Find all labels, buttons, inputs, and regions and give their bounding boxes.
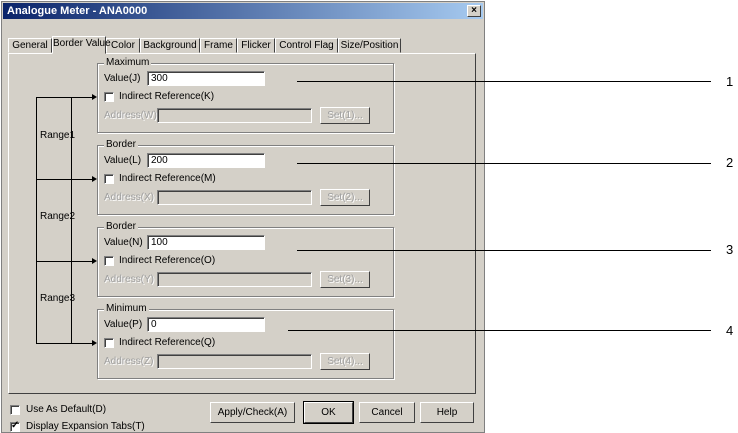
- address-input: [157, 354, 312, 369]
- tab-control-flag[interactable]: Control Flag: [275, 38, 338, 53]
- indirect-label: Indirect Reference(O): [119, 255, 216, 266]
- help-button[interactable]: Help: [420, 402, 474, 423]
- value-input[interactable]: 200: [147, 153, 265, 168]
- cancel-button[interactable]: Cancel: [359, 402, 415, 423]
- arrow-line: [72, 97, 92, 98]
- address-label: Address(Y): [104, 274, 155, 285]
- indirect-checkbox[interactable]: [104, 92, 114, 102]
- tab-frame[interactable]: Frame: [200, 38, 237, 53]
- group-title: Minimum: [104, 303, 149, 315]
- checkmark-icon: ✓: [11, 420, 20, 431]
- arrow-line: [72, 179, 92, 180]
- group-title: Border: [104, 221, 139, 233]
- address-input: [157, 272, 312, 287]
- border-group-1: Border Value(L) 200 Indirect Reference(M…: [97, 139, 394, 215]
- address-label: Address(Z): [104, 356, 154, 367]
- maximum-group: Maximum Value(J) 300 Indirect Reference(…: [97, 57, 394, 133]
- address-input: [157, 190, 312, 205]
- arrow-line: [72, 343, 92, 344]
- range1-label: Range1: [40, 130, 76, 141]
- value-input[interactable]: 100: [147, 235, 265, 250]
- value-label: Value(L): [104, 155, 142, 166]
- dialog-window: Analogue Meter - ANA0000 × General Borde…: [1, 1, 485, 433]
- tab-flicker[interactable]: Flicker: [237, 38, 275, 53]
- group-title: Maximum: [104, 57, 152, 69]
- border-value-panel: Range1 Range2 Range3 Maximum Value(J) 30…: [8, 53, 476, 394]
- set-button[interactable]: Set(3)...: [320, 271, 370, 288]
- callout-number: 3: [726, 242, 734, 257]
- callout-number: 1: [726, 74, 734, 89]
- tab-general[interactable]: General: [8, 38, 52, 53]
- indirect-label: Indirect Reference(K): [119, 91, 215, 102]
- tab-border-value[interactable]: Border Value: [52, 36, 111, 54]
- set-button[interactable]: Set(1)...: [320, 107, 370, 124]
- indirect-label: Indirect Reference(M): [119, 173, 216, 184]
- group-title: Border: [104, 139, 139, 151]
- window-title: Analogue Meter - ANA0000: [7, 5, 148, 17]
- value-input[interactable]: 300: [147, 71, 265, 86]
- ok-button[interactable]: OK: [303, 401, 354, 424]
- tab-color[interactable]: Color: [106, 38, 140, 53]
- address-label: Address(W): [104, 110, 157, 121]
- callout-number: 4: [726, 323, 734, 338]
- close-button[interactable]: ×: [467, 5, 481, 17]
- value-label: Value(P): [104, 319, 143, 330]
- indirect-checkbox[interactable]: [104, 174, 114, 184]
- set-button[interactable]: Set(2)...: [320, 189, 370, 206]
- value-label: Value(J): [104, 73, 141, 84]
- use-as-default-checkbox[interactable]: [10, 405, 20, 415]
- indirect-checkbox[interactable]: [104, 256, 114, 266]
- tab-size-position[interactable]: Size/Position: [338, 38, 401, 53]
- callout-line: [297, 163, 711, 164]
- callout-line: [288, 330, 711, 331]
- minimum-group: Minimum Value(P) 0 Indirect Reference(Q)…: [97, 303, 394, 379]
- indirect-label: Indirect Reference(Q): [119, 337, 216, 348]
- callout-number: 2: [726, 155, 734, 170]
- callout-line: [297, 81, 711, 82]
- value-label: Value(N): [104, 237, 143, 248]
- set-button[interactable]: Set(4)...: [320, 353, 370, 370]
- range2-label: Range2: [40, 211, 76, 222]
- display-tabs-label: Display Expansion Tabs(T): [26, 421, 145, 432]
- range3-label: Range3: [40, 293, 76, 304]
- use-as-default-label: Use As Default(D): [26, 404, 107, 415]
- callout-line: [297, 250, 711, 251]
- address-input: [157, 108, 312, 123]
- tab-background[interactable]: Background: [140, 38, 200, 53]
- apply-check-button[interactable]: Apply/Check(A): [210, 402, 295, 423]
- address-label: Address(X): [104, 192, 155, 203]
- border-group-2: Border Value(N) 100 Indirect Reference(O…: [97, 221, 394, 297]
- value-input[interactable]: 0: [147, 317, 265, 332]
- display-tabs-checkbox[interactable]: ✓: [10, 420, 20, 432]
- title-bar[interactable]: Analogue Meter - ANA0000 ×: [3, 3, 483, 19]
- arrow-line: [72, 261, 92, 262]
- indirect-checkbox[interactable]: [104, 338, 114, 348]
